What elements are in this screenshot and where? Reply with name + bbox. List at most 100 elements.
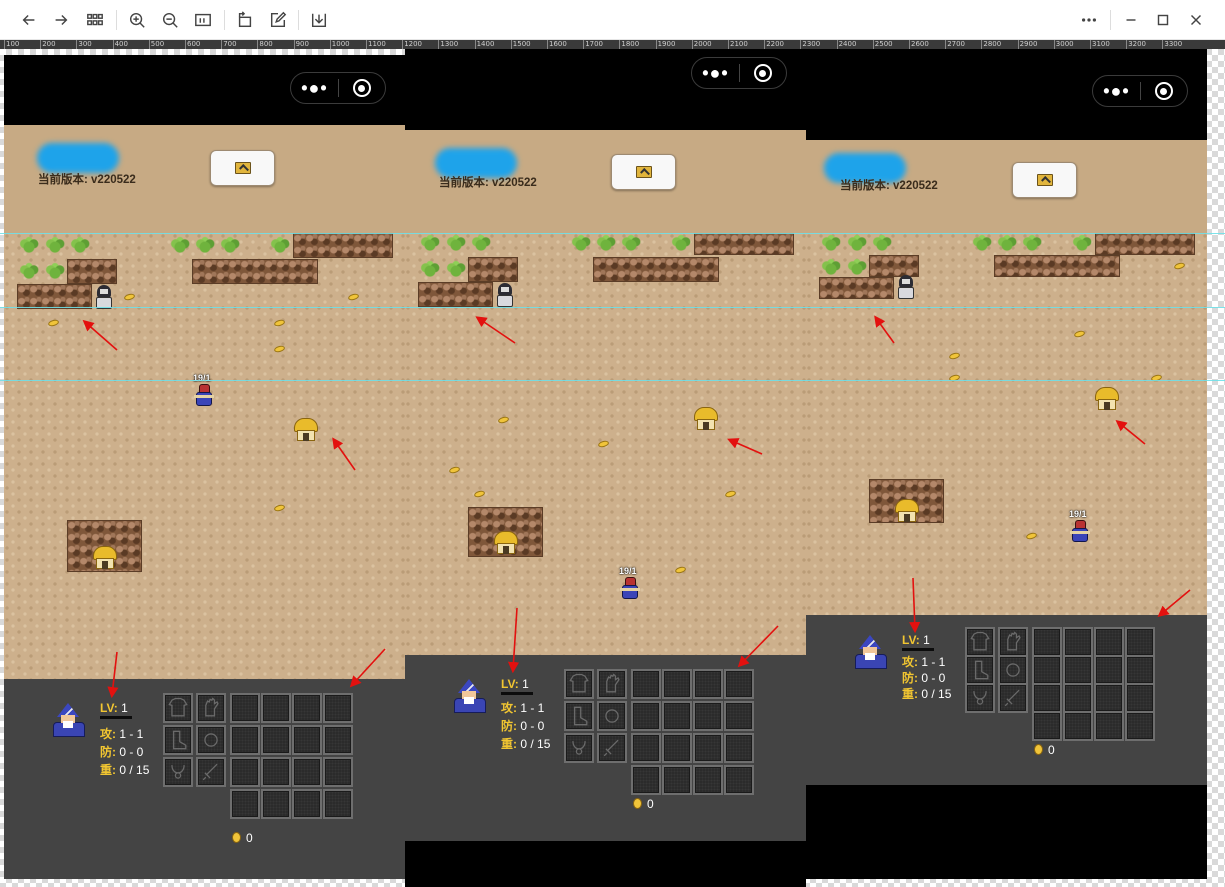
inventory-slot[interactable] [1125, 655, 1155, 685]
gold-coin[interactable] [1150, 373, 1163, 383]
inventory-slot[interactable] [1032, 711, 1062, 741]
inventory-slot[interactable] [724, 733, 754, 763]
shop-house[interactable] [494, 531, 518, 555]
equipment-slot[interactable] [196, 693, 226, 723]
inventory-slot[interactable] [693, 733, 723, 763]
inventory-slot[interactable] [1032, 683, 1062, 713]
shop-house[interactable] [93, 546, 117, 570]
menu-dots-icon[interactable]: •●• [1093, 76, 1140, 106]
gold-coin[interactable] [597, 439, 610, 449]
gold-coin[interactable] [724, 489, 737, 499]
inventory-slot[interactable] [292, 789, 322, 819]
equipment-slot[interactable] [163, 693, 193, 723]
more-icon[interactable] [1076, 8, 1102, 32]
game-map[interactable]: 19/1 [405, 233, 806, 655]
equipment-slot[interactable] [998, 655, 1028, 685]
minimize-icon[interactable] [1118, 8, 1144, 32]
equipment-slot[interactable] [965, 655, 995, 685]
shop-house[interactable] [895, 499, 919, 523]
gold-coin[interactable] [123, 292, 136, 302]
gold-coin[interactable] [273, 344, 286, 354]
shop-house[interactable] [694, 407, 718, 431]
gold-coin[interactable] [497, 415, 510, 425]
equipment-slot[interactable] [564, 669, 594, 699]
gold-coin[interactable] [948, 351, 961, 361]
inventory-slot[interactable] [631, 765, 661, 795]
upload-button[interactable] [210, 150, 275, 186]
equipment-slot[interactable] [196, 725, 226, 755]
equipment-slot[interactable] [564, 733, 594, 763]
inventory-slot[interactable] [292, 757, 322, 787]
character-avatar[interactable] [51, 703, 87, 737]
inventory-slot[interactable] [230, 725, 260, 755]
close-target-icon[interactable] [339, 79, 385, 97]
maximize-icon[interactable] [1150, 8, 1176, 32]
inventory-slot[interactable] [631, 669, 661, 699]
inventory-slot[interactable] [1032, 627, 1062, 657]
gold-coin[interactable] [1173, 261, 1186, 271]
character-avatar[interactable] [452, 679, 488, 713]
inventory-slot[interactable] [261, 757, 291, 787]
inventory-slot[interactable] [1125, 683, 1155, 713]
inventory-slot[interactable] [693, 701, 723, 731]
hooded-npc[interactable] [94, 285, 114, 309]
shop-house[interactable] [1095, 387, 1119, 411]
inventory-slot[interactable] [662, 701, 692, 731]
inventory-slot[interactable] [693, 765, 723, 795]
gold-coin[interactable] [1025, 531, 1038, 541]
gold-coin[interactable] [948, 373, 961, 383]
hooded-npc[interactable] [896, 275, 916, 299]
inventory-slot[interactable] [261, 693, 291, 723]
equipment-slot[interactable] [998, 627, 1028, 657]
inventory-slot[interactable] [292, 725, 322, 755]
player-hero[interactable] [193, 384, 215, 408]
gold-coin[interactable] [448, 465, 461, 475]
gold-coin[interactable] [473, 489, 486, 499]
inventory-slot[interactable] [724, 669, 754, 699]
miniprogram-capsule[interactable]: •●• [1092, 75, 1188, 107]
inventory-slot[interactable] [1125, 627, 1155, 657]
inventory-slot[interactable] [662, 765, 692, 795]
equipment-slot[interactable] [597, 669, 627, 699]
player-hero[interactable] [1069, 520, 1091, 544]
gold-coin[interactable] [47, 318, 60, 328]
equipment-slot[interactable] [564, 701, 594, 731]
inventory-slot[interactable] [724, 701, 754, 731]
close-target-icon[interactable] [740, 64, 786, 82]
gold-coin[interactable] [674, 565, 687, 575]
zoom-in-icon[interactable] [124, 8, 150, 32]
miniprogram-capsule[interactable]: •●• [290, 72, 386, 104]
equipment-slot[interactable] [597, 701, 627, 731]
gold-coin[interactable] [273, 318, 286, 328]
inventory-slot[interactable] [1063, 711, 1093, 741]
menu-dots-icon[interactable]: •●• [692, 58, 739, 88]
inventory-slot[interactable] [693, 669, 723, 699]
inventory-slot[interactable] [261, 789, 291, 819]
inventory-slot[interactable] [1063, 683, 1093, 713]
inventory-slot[interactable] [323, 693, 353, 723]
equipment-slot[interactable] [965, 627, 995, 657]
inventory-slot[interactable] [1094, 683, 1124, 713]
inventory-slot[interactable] [631, 701, 661, 731]
inventory-slot[interactable] [1094, 655, 1124, 685]
inventory-slot[interactable] [323, 789, 353, 819]
inventory-slot[interactable] [1063, 627, 1093, 657]
inventory-slot[interactable] [292, 693, 322, 723]
forward-arrow-icon[interactable] [48, 8, 74, 32]
equipment-slot[interactable] [163, 757, 193, 787]
inventory-slot[interactable] [662, 733, 692, 763]
equipment-slot[interactable] [965, 683, 995, 713]
upload-button[interactable] [611, 154, 676, 190]
close-icon[interactable] [1183, 8, 1209, 32]
inventory-slot[interactable] [230, 757, 260, 787]
miniprogram-capsule[interactable]: •●• [691, 57, 787, 89]
menu-dots-icon[interactable]: •●• [291, 73, 338, 103]
grid-view-icon[interactable] [82, 8, 108, 32]
download-icon[interactable] [306, 8, 332, 32]
inventory-slot[interactable] [323, 757, 353, 787]
zoom-out-icon[interactable] [157, 8, 183, 32]
game-map[interactable]: 19/1 [806, 233, 1207, 615]
inventory-slot[interactable] [724, 765, 754, 795]
equipment-slot[interactable] [196, 757, 226, 787]
rotate-icon[interactable] [232, 8, 258, 32]
